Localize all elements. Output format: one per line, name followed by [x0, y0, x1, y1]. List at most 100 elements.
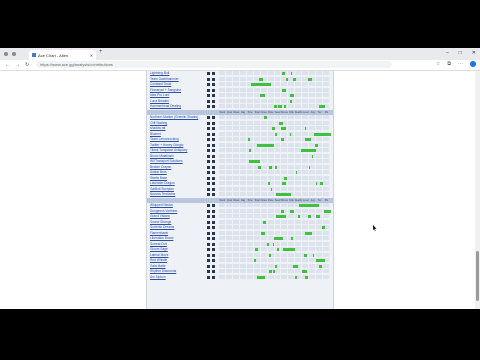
player-link[interactable]: Tiktok Turquoise Antiquary — [150, 148, 187, 153]
stats-square-icon[interactable] — [212, 149, 215, 152]
forward-icon[interactable]: → — [15, 62, 20, 68]
profile-square-icon[interactable] — [207, 237, 210, 240]
player-link[interactable]: Lavender Dragon — [150, 181, 175, 186]
profile-icon[interactable] — [470, 61, 476, 67]
player-link[interactable]: Constant Droid — [150, 82, 171, 87]
player-link[interactable]: Flamenhawk — [150, 231, 168, 236]
profile-square-icon[interactable] — [207, 176, 210, 180]
profile-square-icon[interactable] — [207, 149, 210, 152]
player-link[interactable]: Nuevos Terciados — [150, 192, 175, 197]
profile-square-icon[interactable] — [207, 242, 210, 246]
stats-square-icon[interactable] — [212, 116, 215, 119]
profile-square-icon[interactable] — [207, 209, 210, 213]
player-link[interactable]: Avatar Bros — [150, 170, 167, 175]
player-link[interactable]: Rhythm Diamonds — [150, 269, 176, 274]
player-link[interactable]: Hammerhead Dealing — [150, 104, 181, 109]
player-link[interactable]: Team Lemonrocking — [150, 137, 179, 142]
profile-square-icon[interactable] — [207, 160, 210, 163]
player-link[interactable]: Whipped Nectar — [150, 203, 173, 208]
profile-square-icon[interactable] — [207, 154, 210, 158]
player-link[interactable]: Surreal Cult — [150, 242, 167, 247]
profile-square-icon[interactable] — [207, 248, 210, 251]
stats-square-icon[interactable] — [212, 99, 215, 103]
back-icon[interactable]: ← — [5, 62, 10, 68]
scrollbar-thumb[interactable] — [476, 251, 479, 301]
player-link[interactable]: Cliff Starling — [150, 121, 167, 126]
stats-square-icon[interactable] — [212, 94, 215, 97]
close-tab-icon[interactable]: ✕ — [90, 53, 93, 58]
profile-square-icon[interactable] — [207, 116, 210, 119]
player-link[interactable]: Dungeons Vorthem — [150, 209, 177, 214]
player-link[interactable]: Twitter + Honey Giorgio — [150, 143, 183, 148]
player-link[interactable]: Idea Pro Lord — [150, 93, 169, 98]
stats-square-icon[interactable] — [212, 182, 215, 185]
stats-square-icon[interactable] — [212, 160, 215, 163]
stats-square-icon[interactable] — [212, 83, 215, 86]
player-link[interactable]: Arc Siphon — [150, 275, 166, 280]
stats-square-icon[interactable] — [212, 77, 215, 81]
player-link[interactable]: Lightning Bolt — [150, 71, 169, 76]
profile-square-icon[interactable] — [207, 220, 210, 224]
player-link[interactable]: Gloom Sage — [150, 247, 168, 252]
stats-square-icon[interactable] — [212, 226, 215, 229]
stats-square-icon[interactable] — [212, 264, 215, 268]
profile-square-icon[interactable] — [207, 187, 210, 191]
profile-square-icon[interactable] — [207, 275, 210, 279]
stats-square-icon[interactable] — [212, 171, 215, 174]
stats-square-icon[interactable] — [212, 176, 215, 180]
stats-square-icon[interactable] — [212, 253, 215, 257]
player-link[interactable]: Red Whistle — [150, 258, 167, 263]
menu-icon[interactable]: ⋯ — [458, 61, 463, 67]
player-link[interactable]: Bluenet — [150, 132, 161, 137]
stats-square-icon[interactable] — [212, 204, 215, 207]
player-link[interactable]: Flowerpot + Sanguine — [150, 88, 181, 93]
star-icon[interactable]: ☆ — [436, 61, 440, 67]
player-link[interactable]: Bruno Malatinski — [150, 154, 174, 159]
profile-square-icon[interactable] — [207, 215, 210, 218]
stats-square-icon[interactable] — [212, 154, 215, 158]
profile-square-icon[interactable] — [207, 94, 210, 97]
player-link[interactable]: Liberation Brand — [150, 236, 173, 241]
stats-square-icon[interactable] — [212, 121, 215, 125]
profile-square-icon[interactable] — [207, 264, 210, 268]
stats-square-icon[interactable] — [212, 132, 215, 136]
stats-square-icon[interactable] — [212, 187, 215, 191]
stats-square-icon[interactable] — [212, 275, 215, 279]
minimize-icon[interactable]: – — [446, 50, 449, 56]
profile-square-icon[interactable] — [207, 88, 210, 92]
stats-square-icon[interactable] — [212, 193, 215, 196]
profile-square-icon[interactable] — [207, 127, 210, 130]
maximize-icon[interactable]: □ — [459, 50, 462, 56]
player-link[interactable]: Luna Breaker — [150, 99, 169, 104]
profile-square-icon[interactable] — [207, 99, 210, 103]
profile-square-icon[interactable] — [207, 171, 210, 174]
stats-square-icon[interactable] — [212, 72, 215, 75]
profile-square-icon[interactable] — [207, 231, 210, 235]
player-link[interactable]: GalBolt Scorpion — [150, 187, 174, 192]
profile-square-icon[interactable] — [207, 72, 210, 75]
player-link[interactable]: shadow.rat — [150, 126, 165, 131]
player-link[interactable]: Broken Crayon — [150, 165, 171, 170]
profile-square-icon[interactable] — [207, 204, 210, 207]
active-tab[interactable]: Ace Chart - Alten ✕ — [29, 50, 96, 60]
stats-square-icon[interactable] — [212, 259, 215, 262]
stats-square-icon[interactable] — [212, 105, 215, 108]
player-link[interactable]: Gala Matte — [150, 264, 166, 269]
stats-square-icon[interactable] — [212, 165, 215, 169]
player-link[interactable]: Grand Vistara — [150, 214, 170, 219]
close-window-icon[interactable]: ✕ — [472, 50, 476, 56]
player-link[interactable]: Starfix Base — [150, 176, 167, 181]
stats-square-icon[interactable] — [212, 270, 215, 273]
profile-square-icon[interactable] — [207, 270, 210, 273]
player-link[interactable]: Lateral Move — [150, 253, 168, 258]
stats-square-icon[interactable] — [212, 143, 215, 147]
player-link[interactable]: Northern Marker (Gremlin Sharks) — [150, 115, 198, 120]
profile-square-icon[interactable] — [207, 138, 210, 141]
stats-square-icon[interactable] — [212, 138, 215, 141]
stats-square-icon[interactable] — [212, 231, 215, 235]
stats-square-icon[interactable] — [212, 220, 215, 224]
reload-icon[interactable]: ↻ — [25, 62, 29, 68]
profile-square-icon[interactable] — [207, 226, 210, 229]
profile-square-icon[interactable] — [207, 77, 210, 81]
profile-square-icon[interactable] — [207, 121, 210, 125]
